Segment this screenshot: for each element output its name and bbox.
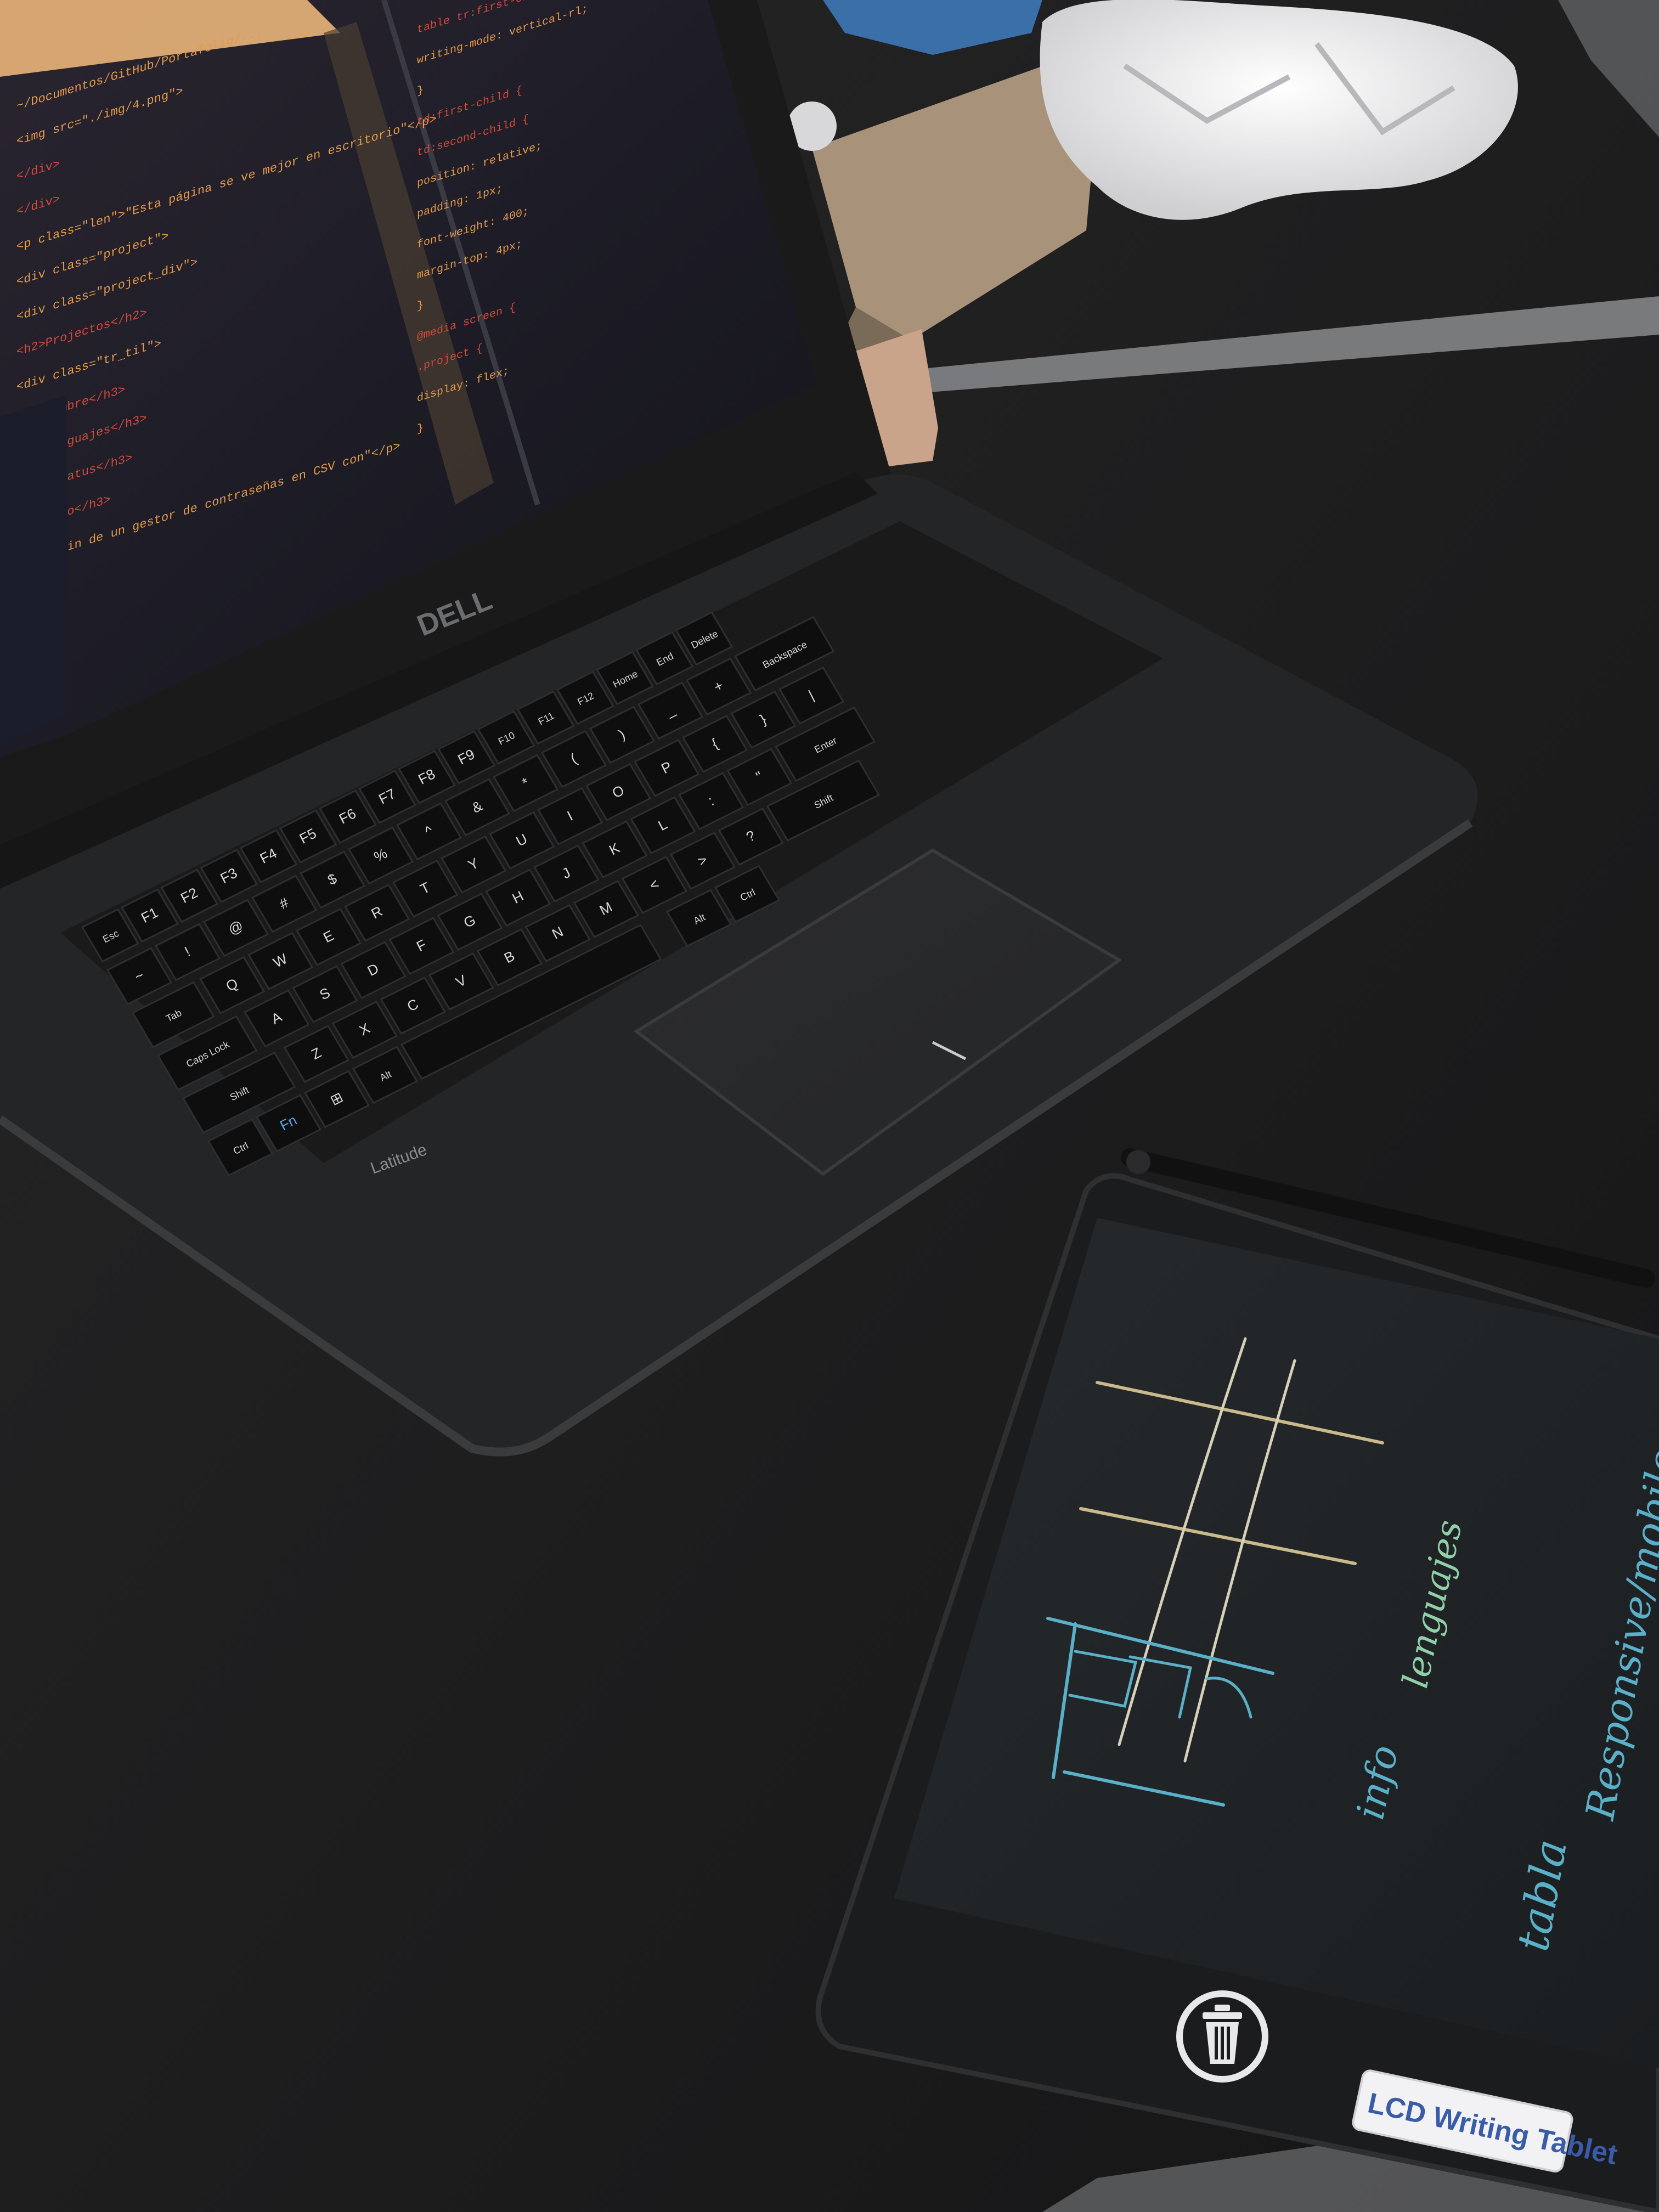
tablet-trash-button[interactable] xyxy=(1176,1990,1268,2083)
stylus-tip xyxy=(1126,1150,1150,1174)
code-line: } xyxy=(417,299,424,313)
code-line: } xyxy=(417,422,424,436)
scene-svg: ~/Documentos/GitHub/Portafolio/...<img s… xyxy=(0,0,1659,2212)
code-line: } xyxy=(417,84,424,98)
photo-scene: ~/Documentos/GitHub/Portafolio/... <img s… xyxy=(0,0,1659,2212)
editor-sidebar xyxy=(0,395,71,746)
